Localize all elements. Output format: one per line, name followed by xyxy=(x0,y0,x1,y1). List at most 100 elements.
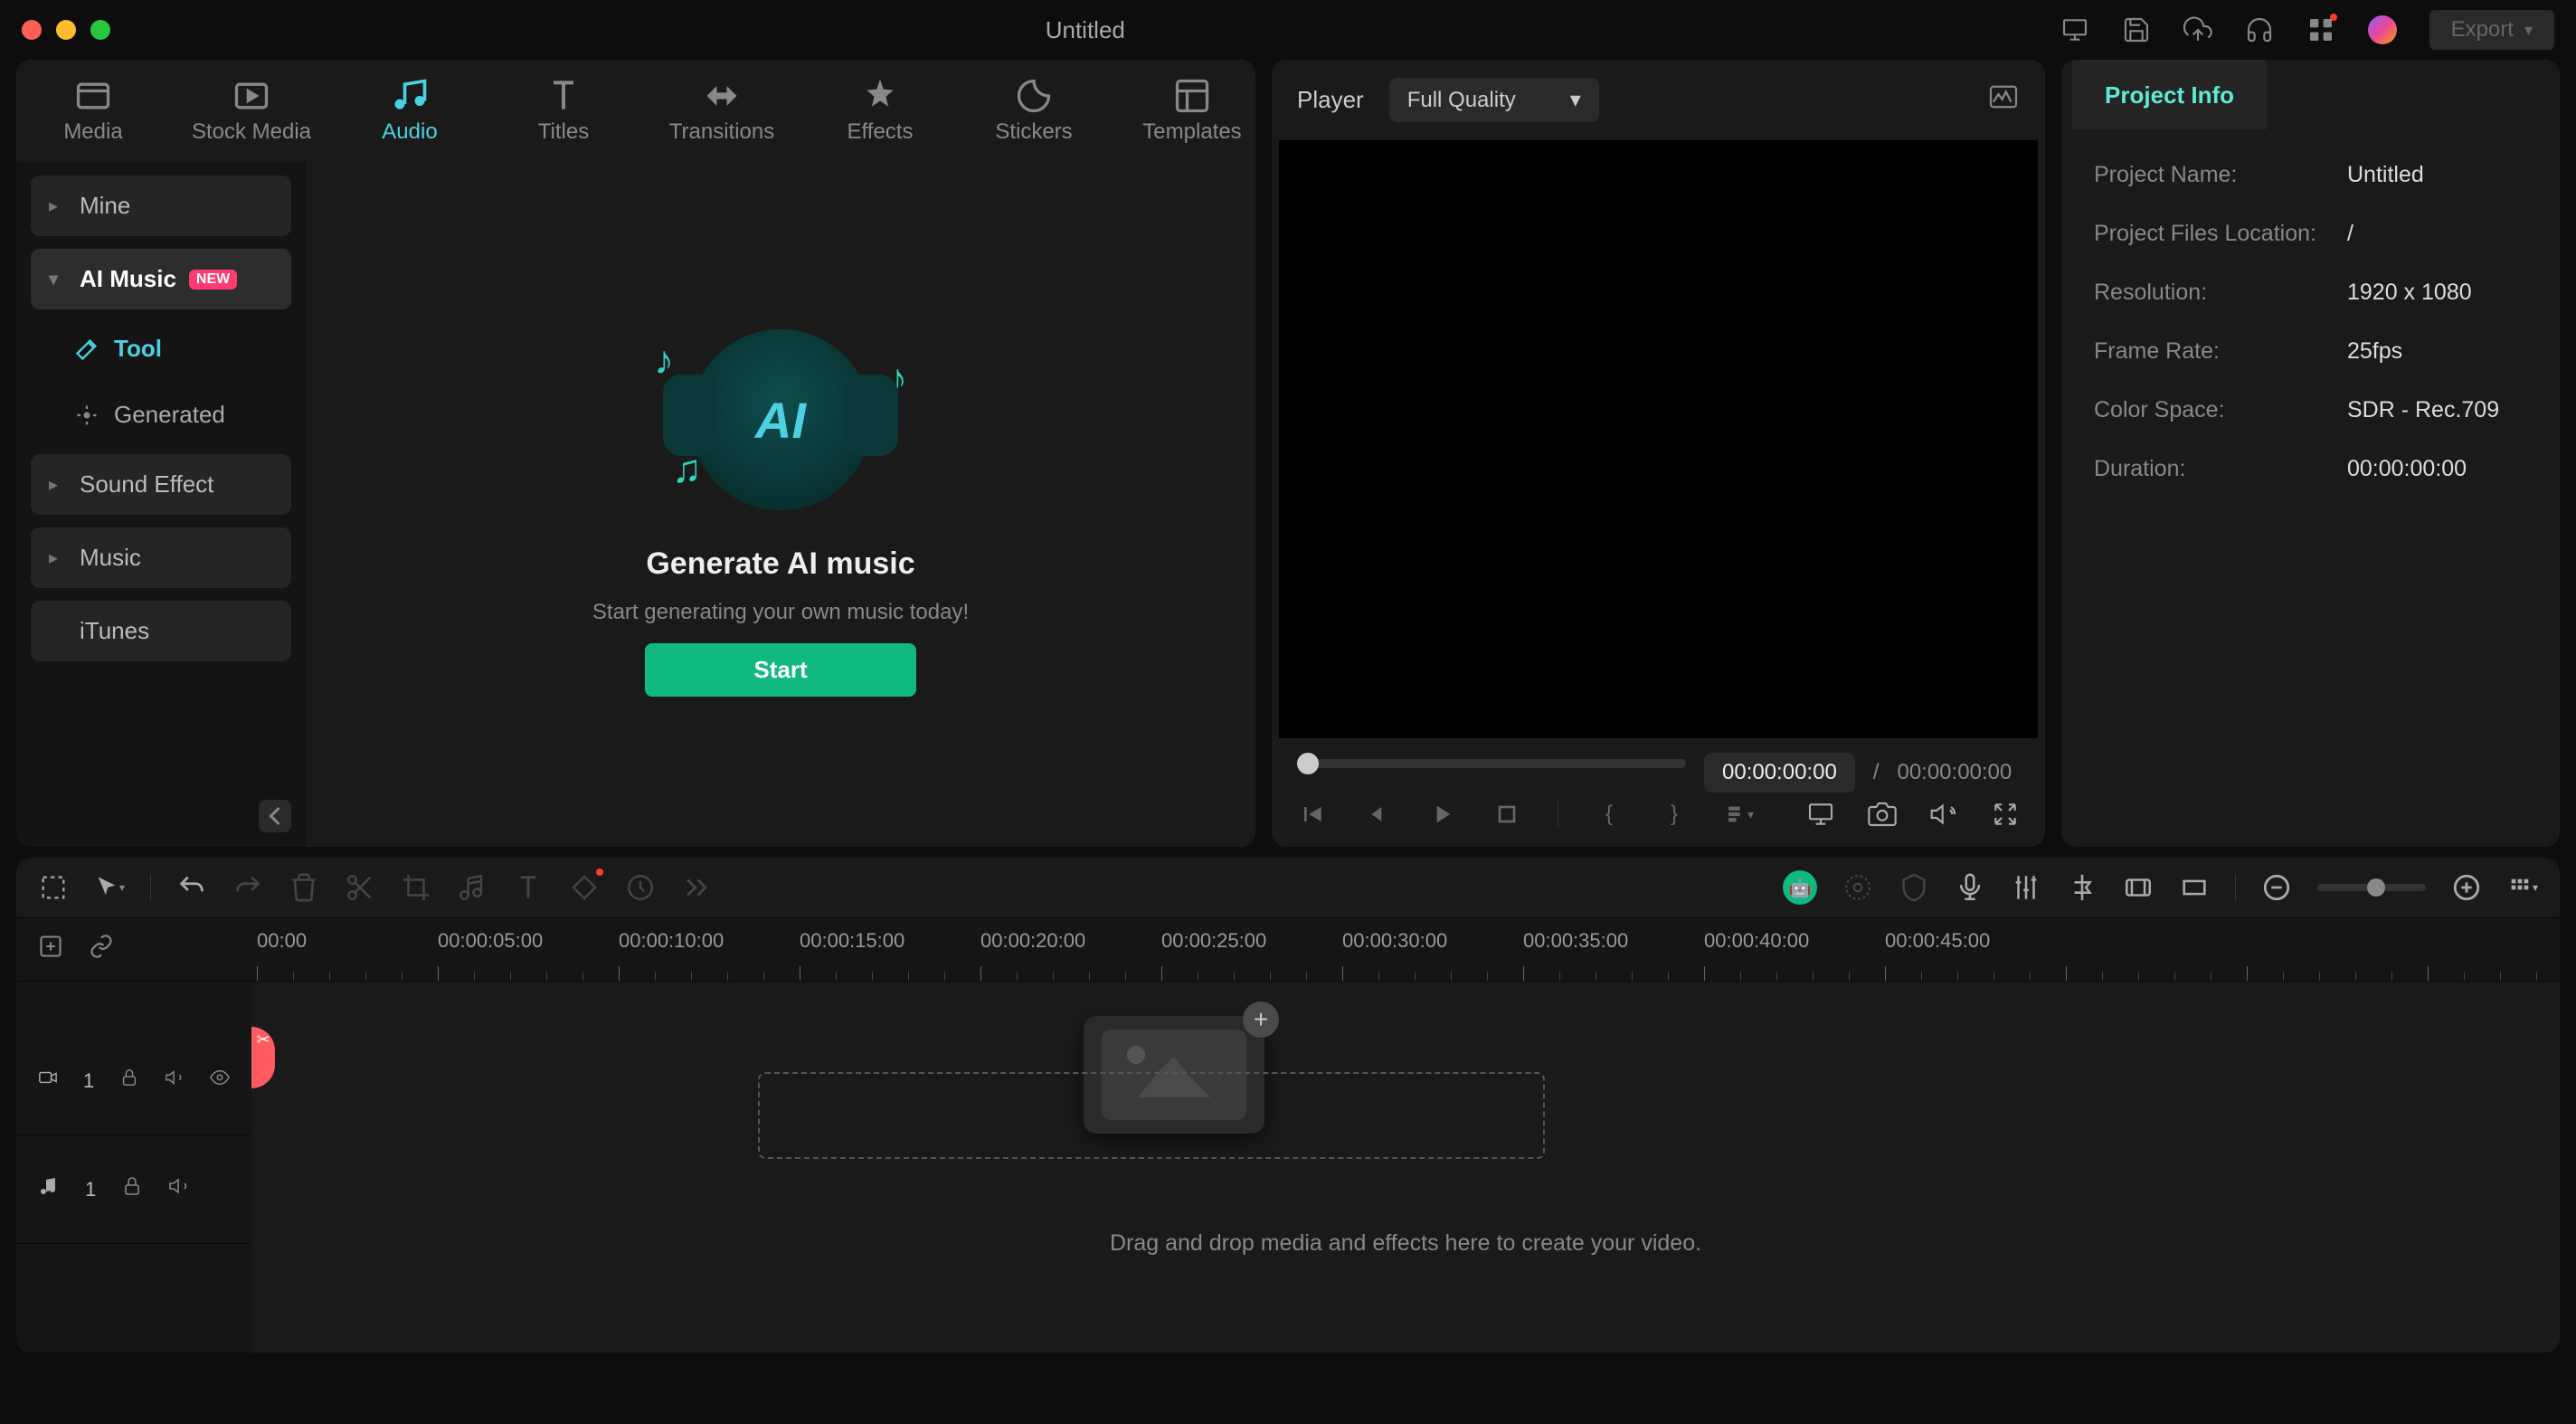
playhead-handle[interactable]: ✂ xyxy=(251,1027,275,1088)
cloud-upload-icon[interactable] xyxy=(2183,15,2212,44)
tab-media[interactable]: Media xyxy=(16,60,170,161)
marker-button[interactable] xyxy=(2067,872,2098,903)
tab-titles[interactable]: Titles xyxy=(487,60,640,161)
ruler-tick: 00:00:30:00 xyxy=(1342,929,1447,953)
info-value: 25fps xyxy=(2347,338,2402,365)
player-viewport[interactable] xyxy=(1279,140,2038,738)
project-info-tab[interactable]: Project Info xyxy=(2072,60,2267,129)
save-icon[interactable] xyxy=(2122,15,2151,44)
ruler-tick: 00:00:35:00 xyxy=(1523,929,1628,953)
apps-icon[interactable] xyxy=(2306,15,2335,44)
monitor-icon[interactable] xyxy=(2060,15,2089,44)
mark-out-button[interactable]: } xyxy=(1660,800,1689,829)
keyframe-button[interactable] xyxy=(569,872,600,903)
zoom-thumb[interactable] xyxy=(2367,878,2385,897)
aspect-button[interactable] xyxy=(2179,872,2210,903)
ruler-tick: 00:00:40:00 xyxy=(1704,929,1809,953)
scope-icon[interactable] xyxy=(1987,84,2020,116)
tab-effects[interactable]: Effects xyxy=(803,60,957,161)
headphones-icon[interactable] xyxy=(2245,15,2274,44)
redo-button[interactable] xyxy=(232,872,263,903)
tab-templates[interactable]: Templates xyxy=(1111,60,1255,161)
selection-tool[interactable] xyxy=(38,872,69,903)
info-label: Resolution: xyxy=(2094,280,2347,306)
mic-button[interactable] xyxy=(1955,872,1985,903)
split-button[interactable] xyxy=(345,872,375,903)
more-button[interactable] xyxy=(681,872,712,903)
tab-label: Titles xyxy=(538,119,589,145)
pointer-tool[interactable]: ▾ xyxy=(94,872,125,903)
drop-zone[interactable] xyxy=(758,1072,1545,1159)
timeline-tracks-area[interactable]: ✂ + Drag and drop media and effects here… xyxy=(251,982,2560,1353)
info-value: Untitled xyxy=(2347,162,2424,188)
timeline-ruler[interactable]: 00:0000:00:05:0000:00:10:0000:00:15:0000… xyxy=(251,918,2560,981)
fullscreen-button[interactable] xyxy=(1991,800,2020,829)
beat-button[interactable] xyxy=(457,872,488,903)
info-value: / xyxy=(2347,221,2353,247)
tab-transitions[interactable]: Transitions xyxy=(640,60,803,161)
lock-button[interactable] xyxy=(121,1175,143,1203)
prev-frame-button[interactable] xyxy=(1297,800,1326,829)
sidebar-sub-tool[interactable]: Tool xyxy=(31,322,291,375)
add-media-button[interactable]: + xyxy=(1243,1002,1279,1038)
sidebar-item-ai-music[interactable]: ▾ AI Music NEW xyxy=(31,249,291,309)
render-button[interactable] xyxy=(2123,872,2154,903)
step-back-button[interactable] xyxy=(1362,800,1391,829)
enhance-button[interactable] xyxy=(1842,872,1873,903)
text-button[interactable] xyxy=(513,872,544,903)
sidebar-sub-generated[interactable]: Generated xyxy=(31,388,291,441)
ai-assistant-button[interactable]: 🤖 xyxy=(1783,870,1817,905)
marker-list-button[interactable]: ▾ xyxy=(1725,800,1754,829)
user-avatar[interactable] xyxy=(2368,15,2397,44)
start-button[interactable]: Start xyxy=(645,643,915,697)
progress-bar[interactable] xyxy=(1297,759,1686,768)
sidebar-item-itunes[interactable]: ▸ iTunes xyxy=(31,601,291,661)
collapse-sidebar-button[interactable] xyxy=(259,800,291,832)
mute-button[interactable] xyxy=(168,1175,190,1203)
play-button[interactable] xyxy=(1427,800,1456,829)
tab-stickers[interactable]: Stickers xyxy=(957,60,1111,161)
zoom-out-button[interactable] xyxy=(2261,872,2292,903)
snapshot-button[interactable] xyxy=(1868,800,1897,829)
chevron-down-icon: ▾ xyxy=(2524,21,2533,40)
sidebar-item-sound-effect[interactable]: ▸ Sound Effect xyxy=(31,454,291,515)
window-maximize[interactable] xyxy=(90,20,110,40)
sidebar-label: Sound Effect xyxy=(80,470,213,498)
sidebar-item-music[interactable]: ▸ Music xyxy=(31,527,291,588)
crop-button[interactable] xyxy=(401,872,431,903)
mute-button[interactable] xyxy=(165,1068,185,1094)
titles-icon xyxy=(544,76,583,116)
undo-button[interactable] xyxy=(176,872,207,903)
mark-in-button[interactable]: { xyxy=(1595,800,1624,829)
volume-button[interactable] xyxy=(1929,800,1958,829)
add-track-button[interactable] xyxy=(38,934,63,965)
shield-button[interactable] xyxy=(1899,872,1929,903)
zoom-slider[interactable] xyxy=(2317,884,2426,891)
ai-music-illustration: ♪ ♫ ♪ AI xyxy=(645,311,916,528)
quality-select[interactable]: Full Quality ▾ xyxy=(1389,78,1599,122)
drop-hint: Drag and drop media and effects here to … xyxy=(251,1230,2560,1257)
window-close[interactable] xyxy=(22,20,42,40)
speed-button[interactable] xyxy=(625,872,656,903)
window-minimize[interactable] xyxy=(56,20,76,40)
delete-button[interactable] xyxy=(289,872,319,903)
export-button[interactable]: Export ▾ xyxy=(2429,10,2554,50)
sidebar-label: AI Music xyxy=(80,265,176,293)
sidebar-sub-label: Tool xyxy=(114,335,162,363)
tab-label: Stock Media xyxy=(192,119,311,145)
lock-button[interactable] xyxy=(119,1068,139,1094)
visibility-button[interactable] xyxy=(210,1068,230,1094)
mixer-button[interactable] xyxy=(2011,872,2041,903)
zoom-in-button[interactable] xyxy=(2451,872,2482,903)
stop-button[interactable] xyxy=(1492,800,1521,829)
fit-button[interactable]: ▾ xyxy=(2507,872,2538,903)
sidebar-item-mine[interactable]: ▸ Mine xyxy=(31,176,291,236)
tab-audio[interactable]: Audio xyxy=(333,60,487,161)
chevron-down-icon: ▾ xyxy=(1570,87,1581,113)
ruler-tick: 00:00:05:00 xyxy=(438,929,543,953)
link-button[interactable] xyxy=(89,934,114,965)
progress-thumb[interactable] xyxy=(1297,753,1319,774)
display-button[interactable] xyxy=(1806,800,1835,829)
tab-stock-media[interactable]: Stock Media xyxy=(170,60,333,161)
tab-label: Stickers xyxy=(995,119,1072,145)
